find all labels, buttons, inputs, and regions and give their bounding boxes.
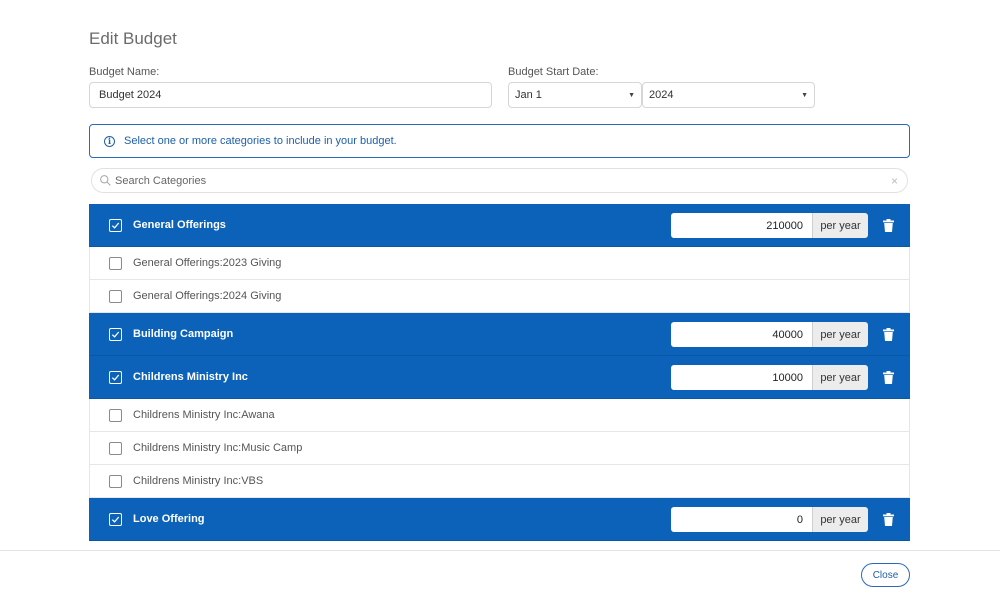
category-row: Building Campaign 40000 per year [89,313,910,356]
start-day-value: Jan 1 [515,89,542,101]
category-checkbox[interactable] [109,370,122,384]
category-checkbox[interactable] [109,512,122,526]
category-row: Love Offering 0 per year [89,498,910,541]
budget-start-date-label: Budget Start Date: [508,66,599,78]
category-row: Childrens Ministry Inc 10000 per year [89,356,910,399]
chevron-down-icon: ▼ [628,91,635,99]
search-placeholder: Search Categories [115,174,207,187]
category-label: Childrens Ministry Inc [133,371,248,383]
period-addon: per year [812,365,868,390]
subcategory-row: Childrens Ministry Inc:Awana [89,399,910,432]
info-message: Select one or more categories to include… [124,135,397,147]
start-year-value: 2024 [649,89,674,101]
page-title: Edit Budget [89,29,177,48]
amount-input[interactable]: 40000 [671,322,812,347]
search-input[interactable]: Search Categories × [91,168,908,193]
category-checkbox[interactable] [109,327,122,341]
amount-input[interactable]: 210000 [671,213,812,238]
category-checkbox[interactable] [109,256,122,270]
category-checkbox[interactable] [109,289,122,303]
category-checkbox[interactable] [109,441,122,455]
trash-icon[interactable] [883,328,894,341]
category-label: General Offerings:2023 Giving [133,257,282,269]
close-button[interactable]: Close [861,563,910,587]
period-addon: per year [812,322,868,347]
start-year-select[interactable]: 2024 ▼ [642,82,815,108]
period-addon: per year [812,213,868,238]
subcategory-row: Childrens Ministry Inc:Music Camp [89,432,910,465]
category-checkbox[interactable] [109,408,122,422]
amount-input[interactable]: 10000 [671,365,812,390]
search-icon [100,175,111,186]
trash-icon[interactable] [883,513,894,526]
period-addon: per year [812,507,868,532]
subcategory-row: General Offerings:2024 Giving [89,280,910,313]
category-list: General Offerings 210000 per year General O… [89,204,910,550]
subcategory-row: General Offerings:2023 Giving [89,247,910,280]
amount-input[interactable]: 0 [671,507,812,532]
category-label: Building Campaign [133,328,234,340]
category-label: General Offerings:2024 Giving [133,290,282,302]
trash-icon[interactable] [883,371,894,384]
close-icon[interactable]: × [891,174,898,188]
category-label: Childrens Ministry Inc:Awana [133,409,275,421]
category-label: Childrens Ministry Inc:Music Camp [133,442,303,454]
category-label: Childrens Ministry Inc:VBS [133,475,264,487]
info-icon: i [104,135,115,147]
modal-footer: Close [0,550,1000,600]
category-checkbox[interactable] [109,474,122,488]
budget-name-input[interactable]: Budget 2024 [89,82,492,108]
start-day-select[interactable]: Jan 1 ▼ [508,82,642,108]
trash-icon[interactable] [883,219,894,232]
category-row: General Offerings 210000 per year [89,204,910,247]
budget-name-label: Budget Name: [89,66,160,78]
chevron-down-icon: ▼ [801,91,808,99]
category-label: Love Offering [133,513,205,525]
category-label: General Offerings [133,219,226,231]
subcategory-row: Childrens Ministry Inc:VBS [89,465,910,498]
info-banner: i Select one or more categories to inclu… [89,124,910,158]
category-checkbox[interactable] [109,218,122,232]
